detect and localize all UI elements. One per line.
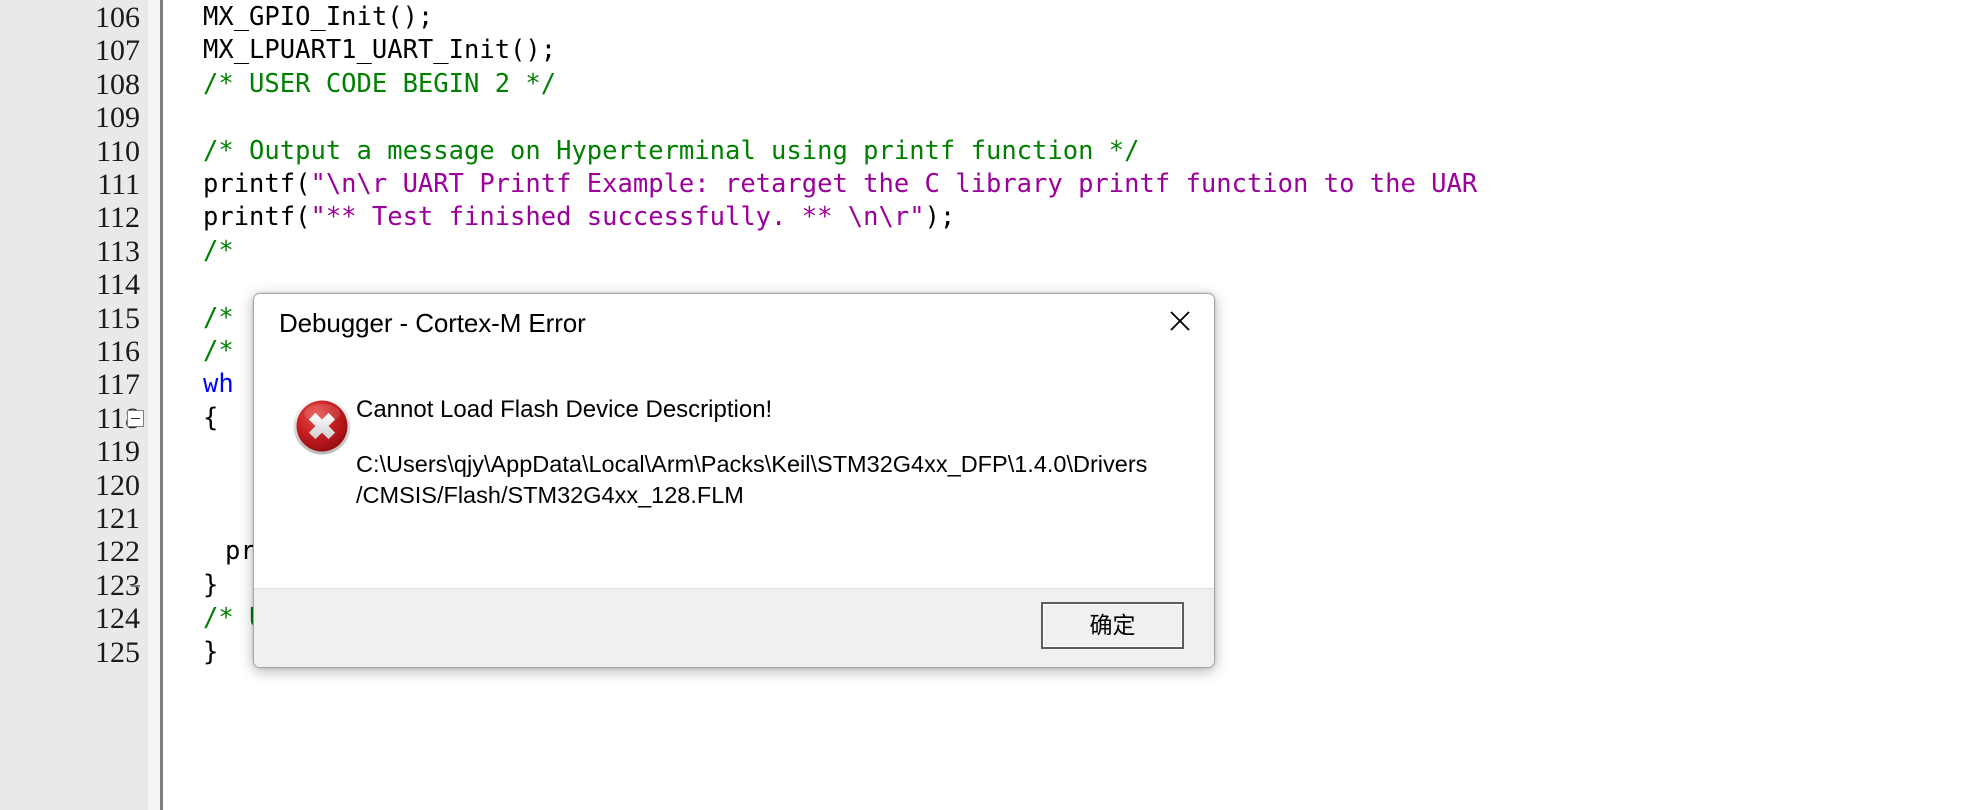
code-token: wh: [203, 369, 234, 400]
code-fold-strip[interactable]: [148, 0, 160, 810]
fold-collapse-icon[interactable]: [127, 409, 144, 427]
code-line[interactable]: }: [203, 636, 218, 669]
dialog-body: Cannot Load Flash Device Description! C:…: [254, 356, 1214, 590]
code-token: /* Output a message on Hyperterminal usi…: [203, 135, 1140, 166]
code-line[interactable]: printf("** Test finished successfully. *…: [203, 201, 955, 234]
code-line[interactable]: /* USER CODE BEGIN 2 */: [203, 68, 556, 101]
error-message: Cannot Load Flash Device Description!: [356, 396, 773, 423]
code-token: /*: [203, 336, 234, 366]
code-line[interactable]: printf("\n\r UART Printf Example: retarg…: [203, 168, 1477, 201]
code-line[interactable]: /*: [203, 335, 234, 368]
line-number: 108: [95, 67, 140, 101]
close-button[interactable]: [1146, 294, 1214, 348]
line-number: 119: [96, 435, 140, 469]
line-number: 115: [96, 301, 140, 335]
line-number: 124: [95, 602, 140, 636]
line-number: 121: [95, 502, 140, 535]
dialog-titlebar[interactable]: Debugger - Cortex-M Error: [254, 294, 1214, 356]
code-line[interactable]: /*: [203, 235, 234, 268]
line-number: 118: [96, 401, 140, 435]
line-number: 125: [95, 635, 140, 669]
code-token: /*: [203, 235, 234, 266]
code-line[interactable]: /* Output a message on Hyperterminal usi…: [203, 135, 1140, 168]
dialog-footer: 确定: [254, 588, 1214, 667]
code-token: {: [203, 402, 219, 433]
line-number: 122: [95, 535, 140, 569]
debugger-error-dialog[interactable]: Debugger - Cortex-M Error Cannot Load Fl…: [253, 293, 1215, 668]
code-line[interactable]: }: [203, 569, 218, 602]
code-token: }: [203, 569, 219, 600]
line-number: 109: [95, 101, 140, 135]
close-icon: [1167, 308, 1193, 334]
code-token: /*: [203, 302, 234, 333]
ok-button[interactable]: 确定: [1041, 602, 1184, 649]
line-number: 106: [95, 1, 140, 34]
code-line[interactable]: wh: [203, 368, 234, 401]
line-number: 117: [96, 368, 140, 402]
code-line[interactable]: {: [203, 402, 218, 435]
line-number: 112: [96, 201, 140, 235]
code-line[interactable]: MX_GPIO_Init();: [203, 1, 433, 34]
code-token: );: [924, 202, 956, 233]
code-token: MX_GPIO_Init();: [203, 2, 434, 32]
line-number: 113: [96, 234, 140, 268]
line-number: 116: [96, 335, 140, 368]
fold-end-marker: [131, 584, 140, 587]
code-token: "\n\r UART Printf Example: retarget the …: [310, 169, 1478, 199]
line-number: 111: [97, 168, 140, 201]
code-token: MX_LPUART1_UART_Init();: [203, 35, 557, 66]
error-circle-x-icon: [292, 396, 352, 456]
error-file-path: C:\Users\qjy\AppData\Local\Arm\Packs\Kei…: [356, 451, 1148, 508]
code-token: }: [203, 636, 219, 667]
line-number: 110: [96, 134, 140, 168]
code-token: /* USER CODE BEGIN 2 */: [203, 68, 557, 99]
code-token: printf(: [203, 169, 311, 199]
line-number: 123: [95, 568, 140, 602]
code-line[interactable]: MX_LPUART1_UART_Init();: [203, 34, 556, 67]
line-number: 120: [95, 468, 140, 502]
code-token: printf(: [203, 202, 311, 233]
dialog-title: Debugger - Cortex-M Error: [279, 308, 586, 338]
line-number: 114: [96, 268, 140, 302]
code-line[interactable]: /*: [203, 302, 234, 335]
screen-root: MX_GPIO_Init(); MX_LPUART1_UART_Init();/*…: [0, 0, 1970, 810]
code-token: "** Test finished successfully. ** \n\r": [310, 202, 925, 233]
line-number: 107: [95, 34, 140, 68]
